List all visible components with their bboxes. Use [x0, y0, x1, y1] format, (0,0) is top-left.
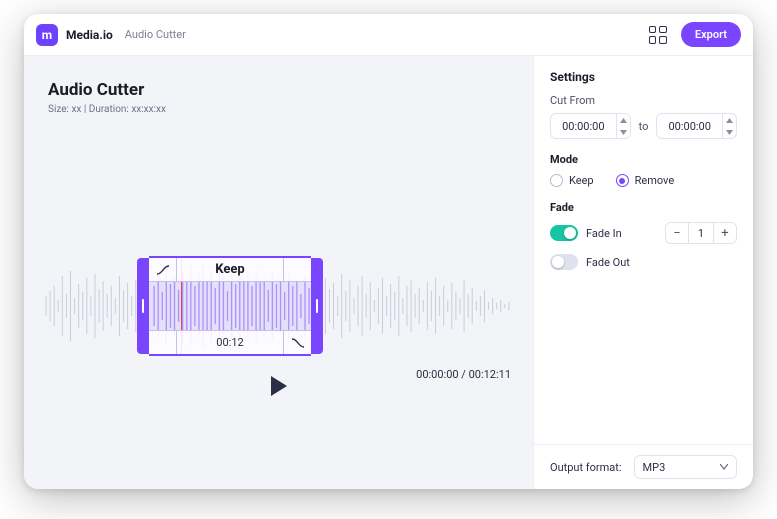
fade-in-curve-icon[interactable] [149, 258, 177, 281]
selection-mode-label: Keep [177, 262, 283, 277]
selection-bottom-bar: 00:12 [149, 330, 311, 354]
fade-out-label: Fade Out [586, 256, 630, 269]
fade-out-toggle[interactable] [550, 254, 578, 270]
time-total: 00:12:11 [469, 368, 511, 381]
fade-out-curve-icon[interactable] [283, 331, 311, 354]
app-header: m Media.io Audio Cutter Export [24, 14, 753, 56]
output-format-label: Output format: [550, 461, 622, 474]
mode-keep-label: Keep [569, 174, 594, 187]
cut-end-step-down[interactable] [723, 126, 736, 138]
selection-handle-right[interactable] [311, 258, 323, 354]
radio-dot-icon [550, 174, 563, 187]
cut-end-step-up[interactable] [723, 114, 736, 126]
selection-region[interactable]: Keep 00:12 [149, 256, 311, 356]
fade-in-stepper[interactable]: − 1 + [665, 222, 737, 244]
cut-end-input[interactable]: 00:00:00 [656, 113, 737, 139]
radio-dot-icon [616, 174, 629, 187]
cut-start-step-up[interactable] [617, 114, 630, 126]
chevron-down-icon [720, 464, 728, 470]
brand-logo-glyph: m [42, 28, 52, 42]
fade-in-increment[interactable]: + [714, 223, 736, 243]
breadcrumb: Audio Cutter [125, 28, 186, 41]
fade-label: Fade [550, 201, 737, 214]
main-panel: Audio Cutter Size: xx | Duration: xx:xx:… [24, 56, 533, 489]
file-meta: Size: xx | Duration: xx:xx:xx [48, 104, 513, 115]
play-button[interactable] [271, 376, 287, 396]
mode-keep-radio[interactable]: Keep [550, 174, 594, 187]
page-title: Audio Cutter [48, 80, 513, 100]
mode-remove-radio[interactable]: Remove [616, 174, 675, 187]
selection-top-bar: Keep [149, 258, 311, 282]
output-format-select[interactable]: MP3 [634, 455, 737, 479]
fade-in-value: 1 [688, 223, 714, 243]
output-format-value: MP3 [643, 461, 666, 474]
mode-remove-label: Remove [635, 174, 675, 187]
mode-label: Mode [550, 153, 737, 166]
settings-sidebar: Settings Cut From 00:00:00 to 00:00:00 [533, 56, 753, 489]
app-body: Audio Cutter Size: xx | Duration: xx:xx:… [24, 56, 753, 489]
fade-in-decrement[interactable]: − [666, 223, 688, 243]
cut-start-step-down[interactable] [617, 126, 630, 138]
cut-start-input[interactable]: 00:00:00 [550, 113, 631, 139]
waveform-editor[interactable]: Keep 00:12 [44, 256, 513, 356]
fade-in-toggle[interactable] [550, 225, 578, 241]
cut-to-label: to [639, 120, 649, 133]
apps-grid-icon[interactable] [649, 26, 667, 44]
brand-name: Media.io [66, 28, 113, 42]
selection-handle-left[interactable] [137, 258, 149, 354]
cut-start-value: 00:00:00 [551, 114, 616, 138]
time-current: 00:00:00 [416, 368, 458, 381]
cut-end-value: 00:00:00 [657, 114, 722, 138]
export-button[interactable]: Export [681, 22, 741, 47]
timecode-display: 00:00:00 / 00:12:11 [416, 368, 511, 381]
app-window: m Media.io Audio Cutter Export Audio Cut… [24, 14, 753, 489]
fade-in-label: Fade In [586, 227, 622, 240]
brand-logo-icon: m [36, 24, 58, 46]
sidebar-footer: Output format: MP3 [534, 444, 753, 489]
selection-duration: 00:12 [177, 336, 283, 349]
cut-from-label: Cut From [550, 94, 737, 107]
settings-title: Settings [550, 70, 737, 84]
